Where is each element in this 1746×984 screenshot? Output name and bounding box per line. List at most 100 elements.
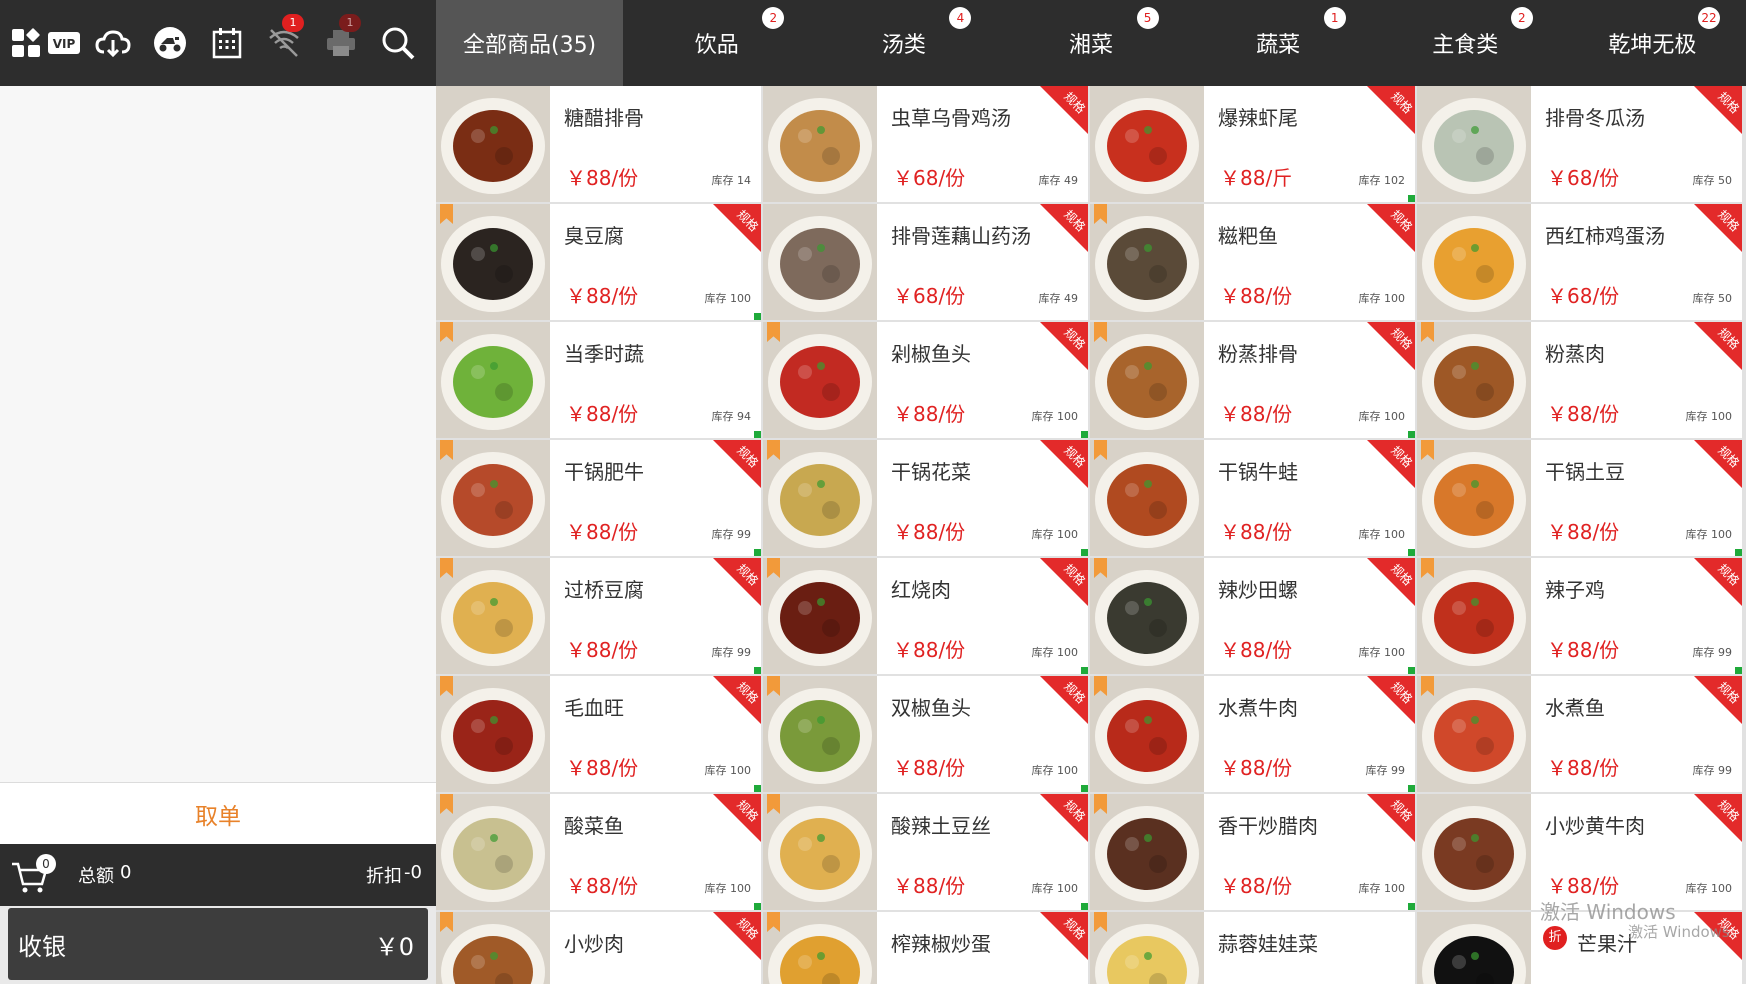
product-card[interactable]: 臭豆腐 ￥88/份 库存 100 规格 [436,204,761,320]
product-card[interactable]: 小炒黄牛肉 ￥88/份 库存 100 规格 [1417,794,1742,910]
delivery-scooter-icon[interactable] [141,0,198,86]
product-card[interactable]: 辣炒田螺 ￥88/份 库存 100 规格 [1090,558,1415,674]
product-image [436,676,550,792]
printer-icon[interactable]: 1 [312,0,369,86]
product-card[interactable]: 剁椒鱼头 ￥88/份 库存 100 规格 [763,322,1088,438]
product-card[interactable]: 酸辣土豆丝 ￥88/份 库存 100 规格 [763,794,1088,910]
product-name: 爆辣虾尾 [1218,106,1298,130]
tab-label: 蔬菜 [1256,33,1301,58]
tab-count-badge: 2 [762,7,785,29]
tab-label: 湘菜 [1068,33,1113,58]
product-card[interactable]: 水煮牛肉 ￥88/份 库存 99 规格 [1090,676,1415,792]
take-order-button[interactable]: 取单 [0,782,436,845]
product-stock: 库存 99 [1692,764,1733,777]
product-info: 香干炒腊肉 ￥88/份 库存 100 规格 [1204,794,1415,910]
product-card[interactable]: 水煮鱼 ￥88/份 库存 99 规格 [1417,676,1742,792]
product-card[interactable]: 当季时蔬 ￥88/份 库存 94 [436,322,761,438]
product-card[interactable]: 过桥豆腐 ￥88/份 库存 99 规格 [436,558,761,674]
order-list-panel [0,86,436,782]
product-price: ￥88/份 [1220,520,1293,544]
tab-count-badge: 1 [1323,7,1346,29]
tab-6[interactable]: 乾坤无极 22 [1559,0,1746,86]
search-icon[interactable] [369,0,426,86]
product-name: 榨辣椒炒蛋 [891,932,991,956]
in-stock-indicator [754,313,761,320]
product-price: ￥88/份 [1547,874,1620,898]
product-image [763,676,877,792]
product-info: 折芒果汁 规格 [1531,912,1742,984]
product-card[interactable]: 糖醋排骨 ￥88/份 库存 14 [436,86,761,202]
product-card[interactable]: 榨辣椒炒蛋 规格 [763,912,1088,984]
in-stock-indicator [754,549,761,556]
product-image [1417,794,1531,910]
product-image [1090,204,1204,320]
calendar-icon[interactable] [198,0,255,86]
product-stock: 库存 100 [1685,882,1733,895]
product-card[interactable]: 酸菜鱼 ￥88/份 库存 100 规格 [436,794,761,910]
in-stock-indicator [1081,903,1088,910]
product-card[interactable]: 粉蒸排骨 ￥88/份 库存 100 规格 [1090,322,1415,438]
product-image [1090,558,1204,674]
product-card[interactable]: 虫草乌骨鸡汤 ￥68/份 库存 49 规格 [763,86,1088,202]
product-price: ￥68/份 [893,284,966,308]
product-image [763,440,877,556]
product-info: 水煮鱼 ￥88/份 库存 99 规格 [1531,676,1742,792]
product-image [1090,794,1204,910]
product-card[interactable]: 爆辣虾尾 ￥88/斤 库存 102 规格 [1090,86,1415,202]
tab-0[interactable]: 全部商品(35) [436,0,624,86]
product-info: 排骨冬瓜汤 ￥68/份 库存 50 规格 [1531,86,1742,202]
product-card[interactable]: 干锅肥牛 ￥88/份 库存 99 规格 [436,440,761,556]
product-card[interactable]: 小炒肉 规格 [436,912,761,984]
product-card[interactable]: 干锅牛蛙 ￥88/份 库存 100 规格 [1090,440,1415,556]
product-name: 小炒肉 [564,932,624,956]
product-image [436,558,550,674]
tab-5[interactable]: 主食类 2 [1372,0,1559,86]
product-card[interactable]: 排骨莲藕山药汤 ￥68/份 库存 49 规格 [763,204,1088,320]
product-image [1417,440,1531,556]
product-info: 酸辣土豆丝 ￥88/份 库存 100 规格 [877,794,1088,910]
tab-4[interactable]: 蔬菜 1 [1185,0,1372,86]
product-card[interactable]: 折芒果汁 规格 [1417,912,1742,984]
wifi-off-icon[interactable]: 1 [255,0,312,86]
vip-icon[interactable]: VIP [44,0,84,86]
apps-icon[interactable] [8,0,44,86]
product-image [1090,322,1204,438]
product-info: 水煮牛肉 ￥88/份 库存 99 规格 [1204,676,1415,792]
product-card[interactable]: 毛血旺 ￥88/份 库存 100 规格 [436,676,761,792]
product-price: ￥88/份 [1220,402,1293,426]
product-card[interactable]: 粉蒸肉 ￥88/份 库存 100 规格 [1417,322,1742,438]
product-price: ￥88/份 [566,402,639,426]
product-price: ￥88/份 [893,638,966,662]
product-card[interactable]: 蒜蓉娃娃菜 [1090,912,1415,984]
cloud-download-icon[interactable] [84,0,141,86]
product-card[interactable]: 糍粑鱼 ￥88/份 库存 100 规格 [1090,204,1415,320]
product-card[interactable]: 干锅土豆 ￥88/份 库存 100 规格 [1417,440,1742,556]
in-stock-indicator [754,785,761,792]
product-card[interactable]: 双椒鱼头 ￥88/份 库存 100 规格 [763,676,1088,792]
product-card[interactable]: 红烧肉 ￥88/份 库存 100 规格 [763,558,1088,674]
product-info: 辣子鸡 ￥88/份 库存 99 规格 [1531,558,1742,674]
product-info: 当季时蔬 ￥88/份 库存 94 [550,322,761,438]
product-image [436,440,550,556]
tab-3[interactable]: 湘菜 5 [997,0,1184,86]
product-price: ￥88/份 [566,520,639,544]
product-card[interactable]: 辣子鸡 ￥88/份 库存 99 规格 [1417,558,1742,674]
cart-icon[interactable]: 0 [10,852,56,898]
checkout-button[interactable]: 收银 ￥0 [8,908,428,980]
tab-count-badge: 4 [949,7,972,29]
product-image [436,322,550,438]
total-label: 总额 [78,866,114,887]
product-stock: 库存 100 [704,292,752,305]
tab-1[interactable]: 饮品 2 [623,0,810,86]
product-image [763,794,877,910]
product-image [1090,440,1204,556]
product-card[interactable]: 干锅花菜 ￥88/份 库存 100 规格 [763,440,1088,556]
product-card[interactable]: 排骨冬瓜汤 ￥68/份 库存 50 规格 [1417,86,1742,202]
product-info: 干锅花菜 ￥88/份 库存 100 规格 [877,440,1088,556]
product-name: 虫草乌骨鸡汤 [891,106,1011,130]
product-card[interactable]: 香干炒腊肉 ￥88/份 库存 100 规格 [1090,794,1415,910]
product-info: 糍粑鱼 ￥88/份 库存 100 规格 [1204,204,1415,320]
product-stock: 库存 99 [711,646,752,659]
tab-2[interactable]: 汤类 4 [810,0,997,86]
product-card[interactable]: 西红柿鸡蛋汤 ￥68/份 库存 50 规格 [1417,204,1742,320]
